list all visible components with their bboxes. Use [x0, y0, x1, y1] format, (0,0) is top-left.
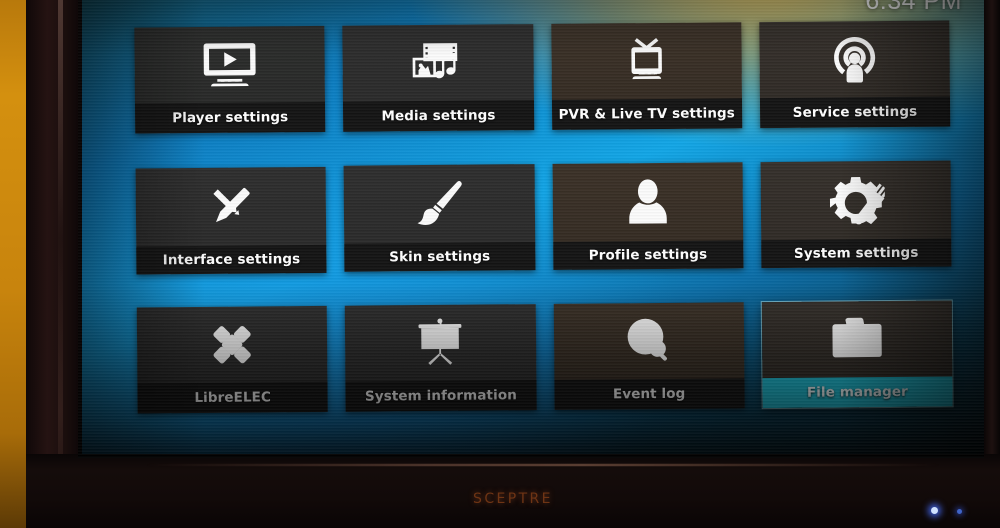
tv-bezel-right [984, 0, 1000, 528]
monitor-play-icon [134, 26, 325, 104]
settings-tile-pvr-live-tv-settings[interactable]: PVR & Live TV settings [550, 22, 742, 130]
tv-bezel-bottom: SCEPTRE [26, 454, 1000, 528]
clock-search-icon [553, 302, 744, 380]
tile-label: Service settings [759, 96, 951, 129]
bezel-seam [146, 464, 940, 466]
photo-of-tv-scene: 6:34 PM Player settings Media settings P… [0, 0, 1000, 528]
room-wall [0, 0, 28, 528]
person-icon [552, 162, 743, 242]
tile-label: System information [345, 380, 537, 412]
tv-brand-logo: SCEPTRE [473, 491, 553, 507]
settings-tile-grid: Player settings Media settings PVR & Liv… [134, 20, 953, 414]
settings-tile-file-manager[interactable]: File manager [761, 300, 953, 409]
tile-label: PVR & Live TV settings [551, 98, 742, 130]
folder-icon [762, 300, 953, 378]
pencil-ruler-icon [136, 167, 327, 247]
paintbrush-icon [344, 164, 535, 244]
tile-label: Player settings [134, 101, 326, 134]
settings-tile-interface-settings[interactable]: Interface settings [135, 166, 327, 275]
settings-tile-skin-settings[interactable]: Skin settings [343, 164, 535, 272]
clock: 6:34 PM [865, 0, 962, 15]
settings-tile-player-settings[interactable]: Player settings [134, 25, 326, 134]
settings-tile-system-information[interactable]: System information [345, 304, 537, 412]
tv-bezel-left [26, 0, 82, 528]
settings-tile-event-log[interactable]: Event log [553, 302, 745, 410]
settings-tile-system-settings[interactable]: System settings [760, 160, 952, 269]
libreelec-diamonds-icon [137, 306, 328, 384]
tile-label: Media settings [343, 100, 534, 132]
settings-tile-libreelec[interactable]: LibreELEC [136, 305, 328, 414]
broadcast-person-icon [759, 20, 950, 98]
secondary-led-indicator [957, 509, 962, 514]
settings-tile-profile-settings[interactable]: Profile settings [552, 162, 744, 270]
television-icon [551, 22, 742, 100]
tile-label: Interface settings [136, 244, 327, 275]
tile-label: Event log [553, 378, 745, 410]
tv-screen-kodi-settings: 6:34 PM Player settings Media settings P… [78, 0, 984, 458]
tile-label: Profile settings [552, 240, 744, 270]
tile-label: File manager [762, 376, 953, 409]
tv-bezel-highlight [58, 0, 63, 528]
power-led-indicator [931, 507, 938, 514]
tile-label: System settings [760, 238, 952, 269]
gear-wrench-icon [760, 160, 951, 240]
settings-tile-media-settings[interactable]: Media settings [342, 24, 534, 132]
media-photo-music-icon [343, 24, 534, 102]
presentation-chart-icon [345, 304, 536, 382]
settings-tile-service-settings[interactable]: Service settings [759, 20, 951, 129]
tile-label: Skin settings [344, 242, 535, 272]
tile-label: LibreELEC [137, 381, 328, 414]
